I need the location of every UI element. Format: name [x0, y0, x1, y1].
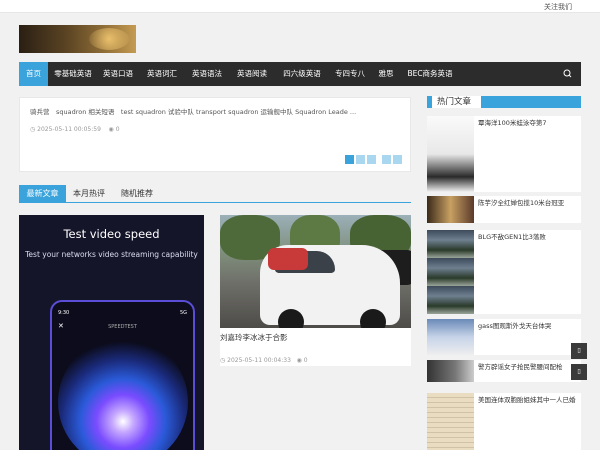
ticker-pagination	[343, 155, 402, 166]
card-heading: Test video speed	[63, 227, 160, 241]
main-nav: 首页 零基础英语 英语口语 英语词汇 英语语法 英语阅读 四六级英语 专四专八 …	[19, 62, 581, 86]
float-button-scroll[interactable]: ▯	[571, 364, 587, 380]
search-icon	[563, 69, 572, 78]
nav-search-button[interactable]	[555, 62, 581, 86]
article-card-speedtest[interactable]: Test video speed Test your networks vide…	[19, 215, 204, 450]
article-tabs: 最新文章 本月热评 随机推荐	[19, 185, 411, 203]
phone-time: 9:30	[58, 310, 70, 316]
phone-signal: 5G	[179, 310, 187, 316]
top-bar: 关注我们	[0, 0, 600, 13]
nav-item-vocabulary[interactable]: 英语词汇	[143, 62, 181, 86]
nav-item-speaking[interactable]: 英语口语	[99, 62, 137, 86]
hot-article-thumb[interactable]	[427, 230, 474, 314]
ticker-meta: ◷ 2025-05-11 00:05:59 ◉ 0	[30, 126, 120, 133]
ticker-text[interactable]: 骑兵营 squadron 相关短语 test squadron 试验中队 tra…	[30, 106, 356, 116]
ticker-box: 骑兵营 squadron 相关短语 test squadron 试验中队 tra…	[19, 97, 411, 172]
hot-article-title[interactable]: 陈芋汐全红婵包揽10米台冠亚	[478, 199, 578, 207]
eye-icon: ◉	[296, 357, 304, 364]
hot-article-thumb[interactable]	[427, 393, 474, 450]
phone-mockup: 9:30 5G ✕ SPEEDTEST	[50, 300, 195, 450]
tab-random[interactable]: 随机推荐	[121, 185, 153, 202]
ticker-dot[interactable]	[393, 155, 402, 164]
hot-article-title[interactable]: 美国连体双胞胎姐妹其中一人已婚	[478, 396, 578, 404]
hot-article-title[interactable]: BLG不敌GEN1比3落败	[478, 233, 578, 241]
ticker-dot[interactable]	[356, 155, 365, 164]
tab-latest[interactable]: 最新文章	[19, 185, 66, 202]
nav-item-basic-english[interactable]: 零基础英语	[49, 62, 97, 86]
card-subheading: Test your networks video streaming capab…	[25, 250, 198, 259]
site-header	[0, 13, 600, 62]
nav-item-bec[interactable]: BEC商务英语	[404, 62, 456, 86]
article-title[interactable]: 刘嘉玲李冰冰于合影	[220, 332, 288, 343]
swirl-graphic	[58, 337, 188, 450]
article-meta: ◷ 2025-05-11 00:04:33 ◉ 0	[220, 357, 308, 364]
hot-article-thumb[interactable]	[427, 319, 474, 355]
eye-icon: ◉	[108, 126, 116, 133]
hot-article-item[interactable]: 警方辟谣女子抢民警腰间配枪	[427, 360, 581, 382]
ticker-dot[interactable]	[367, 155, 376, 164]
ticker-dot[interactable]	[382, 155, 391, 164]
site-logo[interactable]	[19, 25, 136, 53]
hot-article-title[interactable]: 警方辟谣女子抢民警腰间配枪	[478, 363, 578, 371]
hot-article-thumb[interactable]	[427, 196, 474, 223]
sidebar-title-label: 热门文章	[427, 96, 482, 108]
hot-article-thumb[interactable]	[427, 360, 474, 382]
article-date: 2025-05-11 00:04:33	[227, 357, 291, 364]
article-card-photo[interactable]: 刘嘉玲李冰冰于合影 ◷ 2025-05-11 00:04:33 ◉ 0	[220, 215, 411, 366]
hot-article-item[interactable]: 陈芋汐全红婵包揽10米台冠亚	[427, 196, 581, 223]
hot-article-title[interactable]: gass图观斯外戈天台体哭	[478, 322, 578, 330]
hot-article-title[interactable]: 覃海洋100米蛙泳夺第7	[478, 119, 578, 127]
float-button-share[interactable]: ▯	[571, 343, 587, 359]
nav-item-cet[interactable]: 四六级英语	[278, 62, 326, 86]
phone-brand: SPEEDTEST	[108, 324, 137, 330]
ticker-dot[interactable]	[345, 155, 354, 164]
hot-article-item[interactable]: BLG不敌GEN1比3落败	[427, 230, 581, 314]
ticker-date: 2025-05-11 00:05:59	[37, 126, 101, 133]
tab-monthly-hot[interactable]: 本月热评	[73, 185, 105, 202]
article-views: 0	[303, 357, 308, 364]
nav-item-ielts[interactable]: 雅思	[374, 62, 398, 86]
article-thumbnail[interactable]	[220, 215, 411, 328]
hot-article-item[interactable]: 覃海洋100米蛙泳夺第7	[427, 116, 581, 192]
hot-article-item[interactable]: gass图观斯外戈天台体哭	[427, 319, 581, 355]
nav-item-home[interactable]: 首页	[19, 62, 48, 86]
nav-item-tem[interactable]: 专四专八	[331, 62, 369, 86]
hot-article-item[interactable]: 美国连体双胞胎姐妹其中一人已婚	[427, 393, 581, 450]
sidebar-title: 热门文章	[427, 96, 581, 108]
hot-article-thumb[interactable]	[427, 116, 474, 192]
square-icon: ▯	[577, 368, 581, 375]
square-icon: ▯	[577, 347, 581, 354]
nav-item-grammar[interactable]: 英语语法	[188, 62, 226, 86]
follow-us-link[interactable]: 关注我们	[544, 2, 572, 12]
nav-item-reading[interactable]: 英语阅读	[233, 62, 271, 86]
ticker-views: 0	[115, 126, 120, 133]
